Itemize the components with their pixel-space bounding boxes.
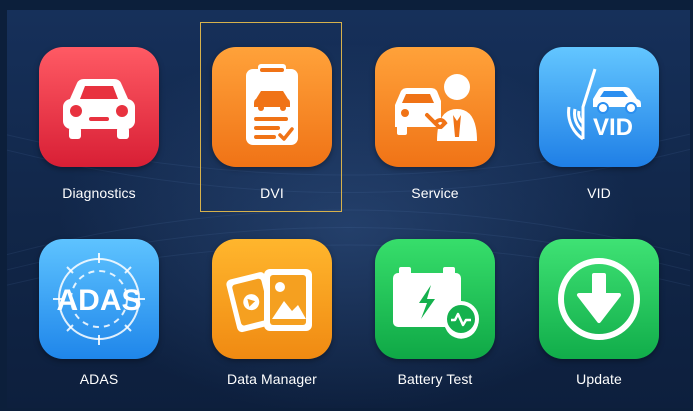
app-tile-vid[interactable]: VID VID <box>527 16 669 206</box>
app-tile-dvi[interactable]: DVI <box>200 22 342 212</box>
app-tile-battery-test[interactable]: Battery Test <box>363 208 505 398</box>
home-screen: Diagnostics DVI Service VID VID ADAS ADA… <box>7 10 690 408</box>
car-service-technician-icon <box>375 47 495 167</box>
app-tile-adas[interactable]: ADAS ADAS <box>27 208 169 398</box>
image-files-icon <box>212 239 332 359</box>
car-front-icon <box>39 47 159 167</box>
adas-radar-icon: ADAS <box>39 239 159 359</box>
app-label: Diagnostics <box>62 185 136 201</box>
app-tile-data-manager[interactable]: Data Manager <box>200 208 342 398</box>
app-tile-service[interactable]: Service <box>363 16 505 206</box>
app-tile-diagnostics[interactable]: Diagnostics <box>27 16 169 206</box>
app-tile-update[interactable]: Update <box>527 208 669 398</box>
vid-radar-car-icon: VID <box>539 47 659 167</box>
app-label: Data Manager <box>227 371 317 387</box>
clipboard-inspection-icon <box>212 47 332 167</box>
svg-text:VID: VID <box>593 114 633 141</box>
app-label: VID <box>587 185 611 201</box>
svg-text:ADAS: ADAS <box>56 284 141 317</box>
download-arrow-icon <box>539 239 659 359</box>
app-label: Service <box>411 185 459 201</box>
app-label: Update <box>576 371 622 387</box>
app-label: Battery Test <box>397 371 473 387</box>
battery-test-icon <box>375 239 495 359</box>
app-label: ADAS <box>79 371 119 387</box>
app-label: DVI <box>260 185 284 201</box>
